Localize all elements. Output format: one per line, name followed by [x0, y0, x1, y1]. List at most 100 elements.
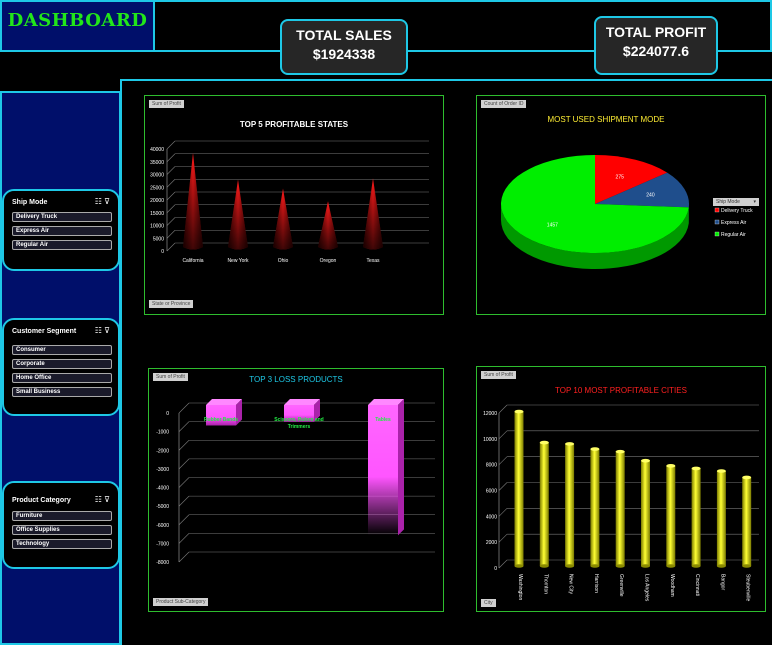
grid-line	[498, 456, 508, 465]
grid-line	[166, 204, 176, 213]
y-tick-label: 0	[161, 249, 164, 255]
bar-cylinder-top	[565, 442, 575, 446]
loss-chart: 0 -1000 -2000 -3000 -4000 -5000 -6000 -7000 -800…	[156, 399, 435, 566]
x-tick-label: Harrison	[593, 574, 599, 593]
grid-line	[178, 533, 190, 544]
slicer-item[interactable]: Express Air	[12, 226, 112, 236]
x-tick-label: Los Angeles	[644, 574, 650, 602]
x-tick-label: Woodham	[669, 574, 675, 597]
grid-line	[166, 230, 176, 239]
bar-cylinder	[691, 468, 701, 566]
x-tick-label: New City	[568, 574, 574, 595]
bar-cylinder	[641, 460, 650, 566]
grid-line	[166, 140, 176, 150]
bar-cylinder-base	[666, 564, 676, 568]
bar-cone-shade	[273, 188, 293, 250]
bar-cylinder-base	[641, 564, 650, 568]
bar-cylinder-top	[539, 440, 549, 445]
slicer-item[interactable]: Delivery Truck	[12, 212, 112, 222]
total-sales-card: TOTAL SALES $1924338	[280, 19, 408, 75]
bar-cylinder-top	[641, 458, 650, 463]
slicer-item[interactable]: Furniture	[12, 511, 112, 521]
y-tick-label: 10000	[483, 437, 497, 443]
y-tick-label: -2000	[156, 448, 169, 454]
x-tick-label: Texas	[366, 258, 380, 264]
slicer-item[interactable]: Regular Air	[12, 240, 112, 250]
slicer-item[interactable]: Corporate	[12, 359, 112, 369]
legend-label: Express Air	[721, 220, 747, 226]
slicer-title: Customer Segment	[12, 328, 77, 335]
y-tick-label: 0	[494, 566, 497, 572]
x-tick-label: New York	[227, 258, 249, 264]
y-tick-label: -7000	[156, 541, 169, 547]
bar-cylinder-base	[742, 564, 752, 568]
x-tick-label: Greenville	[618, 574, 624, 597]
grid-line	[166, 166, 176, 175]
bar-cylinder-base	[691, 564, 701, 568]
filter-tag[interactable]: Product Sub-Category	[153, 598, 209, 606]
y-tick-label: -8000	[156, 560, 169, 566]
slicer-title: Ship Mode	[12, 199, 48, 206]
grid-line	[178, 551, 190, 563]
slicer-item[interactable]: Consumer	[12, 345, 112, 355]
legend-swatch	[714, 207, 720, 213]
y-tick-label: 0	[166, 411, 169, 417]
filter-tag[interactable]: State or Province	[149, 300, 194, 308]
filter-icon[interactable]: ☷ ⊽	[95, 326, 110, 335]
bar-top	[368, 399, 404, 405]
bar-cone-shade	[228, 179, 248, 250]
y-tick-label: 2000	[486, 540, 497, 546]
y-tick-label: -5000	[156, 504, 169, 510]
total-sales-label: TOTAL SALES	[296, 27, 392, 43]
legend-label: Delivery Truck	[721, 208, 753, 214]
slicer-item[interactable]: Small Business	[12, 387, 112, 397]
slicer-ship-mode: Ship Mode ☷ ⊽ Delivery Truck Express Air…	[2, 189, 120, 271]
bar-cylinder	[514, 411, 524, 566]
slicer-item[interactable]: Office Supplies	[12, 525, 112, 535]
bar-top	[206, 399, 242, 405]
bar-cylinder-top	[691, 466, 701, 471]
filter-icon[interactable]: ☷ ⊽	[95, 495, 110, 504]
y-tick-label: -3000	[156, 467, 169, 473]
grid-line	[166, 242, 176, 252]
grid-line	[498, 533, 508, 543]
grid-line	[166, 153, 176, 162]
grid-line	[166, 217, 176, 226]
pie-data-label: 240	[646, 193, 655, 199]
bar-cylinder-base	[590, 564, 600, 568]
bar-cylinder-base	[539, 564, 549, 568]
filter-icon[interactable]: ☷ ⊽	[95, 197, 110, 206]
grid-line	[498, 508, 508, 517]
bar-data-label: Trimmers	[288, 424, 311, 430]
bar-cylinder	[539, 442, 549, 566]
legend-header[interactable]: Ship Mode ▾	[713, 198, 759, 206]
legend-swatch	[714, 231, 720, 237]
slicer-title: Product Category	[12, 497, 71, 504]
x-tick-label: California	[182, 258, 203, 264]
slicer-customer-segment: Customer Segment ☷ ⊽ Consumer Corporate …	[2, 318, 120, 416]
grid-line	[498, 404, 508, 414]
bar-cylinder	[666, 465, 676, 566]
slicer-item[interactable]: Technology	[12, 539, 112, 549]
bar-data-label: Scissors, Rulers and	[274, 417, 323, 423]
bar-cylinder-base	[615, 564, 625, 568]
slicer-product-category: Product Category ☷ ⊽ Furniture Office Su…	[2, 481, 120, 569]
filter-tag[interactable]: City	[481, 599, 496, 607]
bar-side	[398, 399, 404, 536]
grid-line	[178, 477, 190, 488]
bar-top	[284, 399, 320, 405]
total-profit-card: TOTAL PROFIT $224077.6	[594, 16, 718, 75]
bar-cylinder	[716, 471, 726, 566]
y-tick-label: 6000	[486, 489, 497, 495]
slicer-item[interactable]: Home Office	[12, 373, 112, 383]
bar-cylinder	[742, 477, 752, 566]
pie-data-label: 275	[616, 174, 625, 180]
panel-top-states: Sum of Profit TOP 5 PROFITABLE STATES 05…	[144, 95, 444, 315]
y-tick-label: 40000	[150, 147, 164, 153]
kpi-connector-left	[155, 50, 281, 52]
bar-cone-shade	[183, 152, 203, 250]
y-tick-label: 5000	[153, 236, 164, 242]
bar-cylinder-top	[514, 409, 524, 414]
total-profit-label: TOTAL PROFIT	[605, 24, 707, 40]
x-tick-label: Oregon	[320, 258, 337, 264]
